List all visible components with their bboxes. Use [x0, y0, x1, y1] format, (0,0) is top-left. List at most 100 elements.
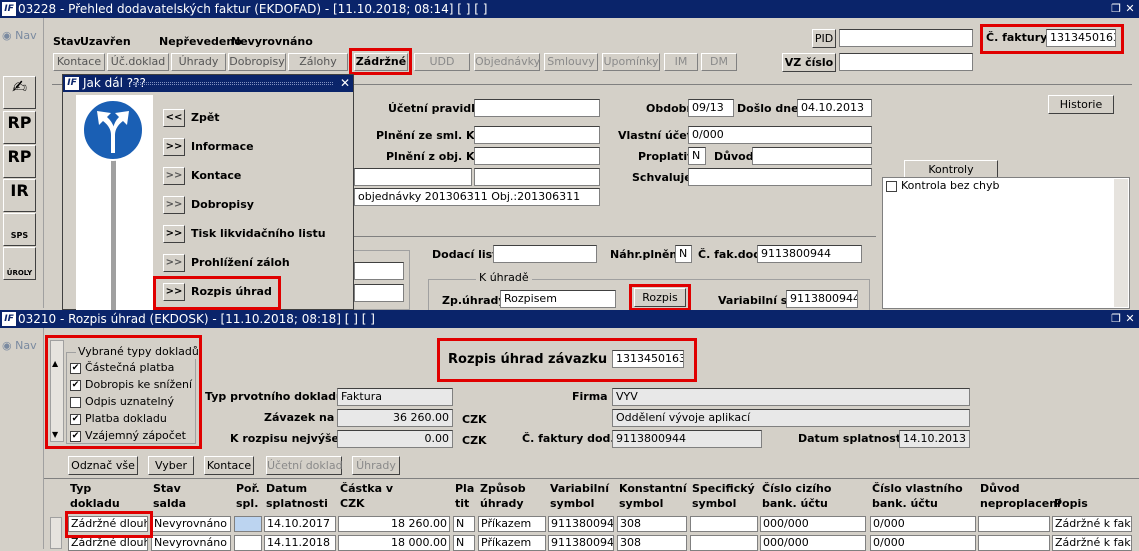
datum-splatnosti-field[interactable]: 14.10.2013 [899, 430, 970, 448]
table-cell[interactable] [234, 516, 262, 532]
tab-upominky[interactable]: Upomínky [602, 53, 660, 71]
partial-field-2[interactable] [354, 284, 404, 302]
close-icon[interactable]: ✕ [1124, 2, 1136, 15]
obdobi-field[interactable]: 09/13 [688, 99, 734, 117]
schvaluje-field[interactable] [688, 168, 872, 186]
extra-field-1[interactable] [354, 168, 472, 186]
k-rozpisu-field[interactable]: 0.00 [337, 430, 453, 448]
sidebar-sps-button[interactable]: SPS [3, 213, 36, 246]
tab-dm[interactable]: DM [701, 53, 737, 71]
sidebar-ir-button[interactable]: IR [3, 179, 36, 212]
tab-dobropisy[interactable]: Dobropisy [228, 53, 286, 71]
zavazek-currency: CZK [462, 413, 487, 426]
dialog-item-prohlizeni-zaloh[interactable]: >> Prohlížení záloh [163, 254, 343, 274]
doslo-dne-label: Došlo dne [737, 102, 799, 115]
firma-desc-field[interactable]: Oddělení vývoje aplikací [612, 409, 970, 427]
column-header: symbol [619, 497, 664, 510]
tab-uhrady[interactable]: Úhrady [171, 53, 226, 71]
sidebar-rp-eu-button[interactable]: RP [3, 145, 36, 178]
c-faktury-dod-field[interactable]: 9113800944 [612, 430, 762, 448]
pid-button[interactable]: PID [812, 29, 836, 48]
table-cell[interactable]: Příkazem [478, 516, 546, 532]
sidebar-uroly-button[interactable]: ÚROLY [3, 247, 36, 280]
dialog-close-icon[interactable]: ✕ [339, 75, 351, 92]
app-logo-icon: IF [2, 2, 16, 16]
top-window-titlebar: IF 03228 - Přehled dodavatelských faktur… [0, 0, 1139, 18]
zpet-button[interactable]: << [163, 109, 185, 127]
column-header: Datum [266, 482, 308, 495]
nahr-plneni-field[interactable]: N [675, 245, 692, 263]
uhrady-button[interactable]: Úhrady [352, 456, 400, 475]
informace-button[interactable]: >> [163, 138, 185, 156]
sidebar-doc-button[interactable]: ✍ [3, 76, 36, 109]
zpet-label: Zpět [191, 111, 220, 124]
prohlizeni-zaloh-button[interactable]: >> [163, 254, 185, 272]
tab-udd[interactable]: UDD [414, 53, 470, 71]
row-indicator[interactable] [50, 517, 62, 549]
restore-icon[interactable]: ❐ [1110, 2, 1122, 15]
dialog-item-informace[interactable]: >> Informace [163, 138, 343, 158]
table-cell[interactable]: 18 260.00 [338, 516, 450, 532]
rp-eu-label: RP [7, 147, 32, 166]
pid-field[interactable] [839, 29, 973, 47]
extra-field-2[interactable] [474, 168, 600, 186]
table-cell[interactable] [690, 516, 758, 532]
dialog-item-kontace[interactable]: >> Kontace [163, 167, 343, 187]
objednavky-field[interactable]: objednávky 201306311 Obj.:201306311 [354, 188, 600, 206]
kontace-button[interactable]: >> [163, 167, 185, 185]
nav-toggle-2[interactable]: ◉ Nav [2, 339, 37, 353]
tab-im[interactable]: IM [664, 53, 698, 71]
zp-uhrady-field[interactable]: Rozpisem [500, 290, 616, 308]
dialog-item-dobropisy[interactable]: >> Dobropisy [163, 196, 343, 216]
plneni-ze-sml-field[interactable] [474, 126, 600, 144]
kontace-button-2[interactable]: Kontace [204, 456, 254, 475]
nav-toggle[interactable]: ◉ Nav [2, 29, 37, 43]
close-icon-2[interactable]: ✕ [1124, 312, 1136, 325]
partial-field-1[interactable] [354, 262, 404, 280]
vlastni-ucet-field[interactable]: 0/000 [688, 126, 872, 144]
table-cell[interactable]: Zádržné k faktu [1052, 516, 1132, 532]
tab-uc-doklad[interactable]: Úč.doklad [107, 53, 169, 71]
table-cell[interactable]: N [453, 516, 475, 532]
firma-label: Firma [572, 390, 608, 403]
table-cell[interactable]: 9113800945 [548, 516, 614, 532]
firma-field[interactable]: VYV [612, 388, 970, 406]
table-cell[interactable]: Nevyrovnáno [151, 516, 231, 532]
rp-label: RP [7, 113, 32, 132]
tab-smlouvy[interactable]: Smlouvy [544, 53, 598, 71]
dialog-item-tisk[interactable]: >> Tisk likvidačního listu [163, 225, 343, 245]
table-cell[interactable]: 14.10.2017 [264, 516, 336, 532]
ucetni-doklad-button[interactable]: Účetní doklad [266, 456, 343, 475]
vyber-button[interactable]: Vyber [148, 456, 194, 475]
plneni-z-obj-field[interactable] [474, 147, 600, 165]
dialog-item-zpet[interactable]: << Zpět [163, 109, 343, 129]
restore-icon-2[interactable]: ❐ [1110, 312, 1122, 325]
odznac-vse-button[interactable]: Odznač vše [68, 456, 138, 475]
table-cell[interactable]: 308 [617, 516, 687, 532]
typ-prvotniho-field[interactable]: Faktura [337, 388, 453, 406]
historie-button[interactable]: Historie [1048, 95, 1114, 114]
kontroly-scrollbar[interactable] [1114, 179, 1128, 307]
table-cell[interactable]: 0/000 [870, 516, 976, 532]
proplatit-field[interactable]: N [688, 147, 706, 165]
variabilni-field[interactable]: 9113800944 [786, 290, 858, 308]
c-fak-dod-label: Č. fak.dod [698, 248, 762, 261]
sidebar-rp-cz-button[interactable]: RP [3, 111, 36, 144]
column-header: spl. [236, 497, 259, 510]
vz-cislo-button[interactable]: VZ číslo [782, 53, 836, 72]
tisk-button[interactable]: >> [163, 225, 185, 243]
tab-zalohy[interactable]: Zálohy [288, 53, 348, 71]
ucetni-pravidlo-field[interactable] [474, 99, 600, 117]
kontrola-checkbox[interactable] [886, 181, 897, 192]
doslo-dne-field[interactable]: 04.10.2013 [797, 99, 872, 117]
zavazek-field[interactable]: 36 260.00 [337, 409, 453, 427]
duvod-field[interactable] [752, 147, 872, 165]
table-cell[interactable]: 000/000 [760, 516, 866, 532]
vz-cislo-field[interactable] [839, 53, 973, 71]
c-fak-dod-field[interactable]: 9113800944 [757, 245, 862, 263]
tab-kontace[interactable]: Kontace [53, 53, 105, 71]
dodaci-list-field[interactable] [493, 245, 597, 263]
table-cell[interactable] [978, 516, 1050, 532]
tab-objednavky[interactable]: Objednávky [474, 53, 540, 71]
dobropisy-button[interactable]: >> [163, 196, 185, 214]
